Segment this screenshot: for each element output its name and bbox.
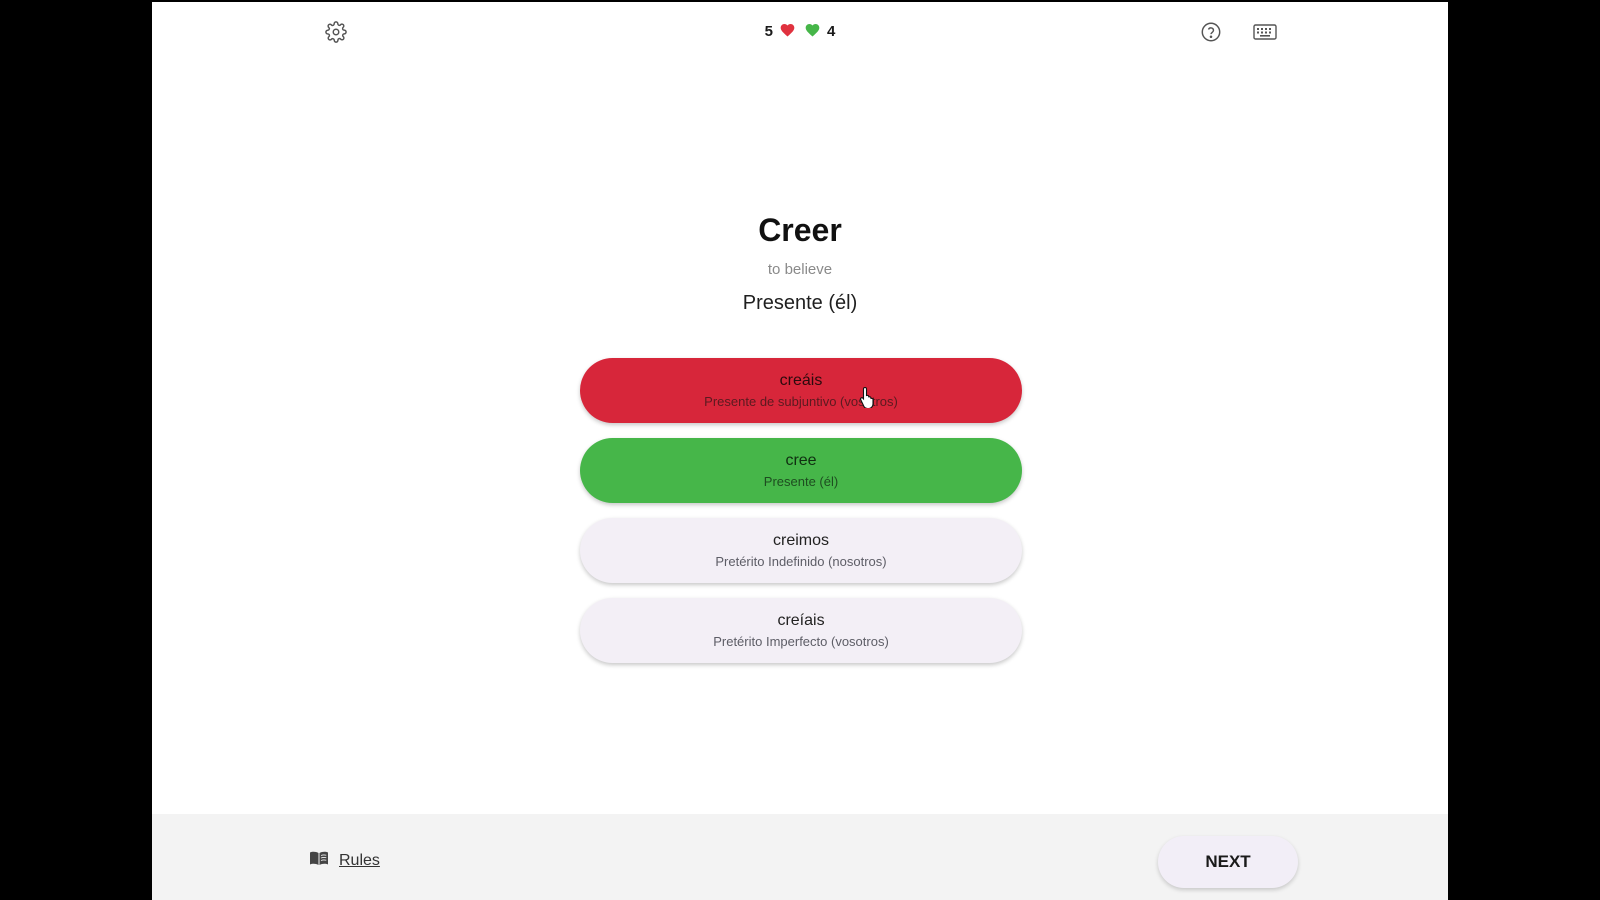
wrong-count: 5 bbox=[764, 23, 773, 40]
answer-option[interactable]: creimos Pretérito Indefinido (nosotros) bbox=[580, 518, 1022, 583]
verb-title: Creer bbox=[758, 212, 842, 248]
book-icon bbox=[309, 850, 329, 871]
option-word: creáis bbox=[779, 371, 823, 389]
bottom-bar: Rules NEXT bbox=[152, 814, 1448, 900]
verb-translation: to believe bbox=[767, 261, 833, 278]
question-circle-icon bbox=[1200, 21, 1222, 43]
option-description: Presente de subjuntivo (vosotros) bbox=[704, 393, 898, 409]
option-word: cree bbox=[785, 451, 817, 469]
help-button[interactable] bbox=[1196, 17, 1226, 47]
answer-option-correct[interactable]: cree Presente (él) bbox=[580, 438, 1022, 503]
answer-option-wrong[interactable]: creáis Presente de subjuntivo (vosotros) bbox=[580, 358, 1022, 423]
rules-link[interactable]: Rules bbox=[309, 850, 380, 871]
option-description: Presente (él) bbox=[763, 473, 839, 489]
correct-count: 4 bbox=[827, 23, 836, 40]
top-bar: 5 4 bbox=[152, 2, 1448, 66]
option-word: creimos bbox=[772, 531, 829, 549]
keyboard-icon bbox=[1253, 23, 1277, 41]
verb-tense-prompt: Presente (él) bbox=[742, 292, 858, 314]
answer-options: creáis Presente de subjuntivo (vosotros)… bbox=[580, 358, 1022, 678]
next-button[interactable]: NEXT bbox=[1158, 836, 1298, 888]
green-heart-icon bbox=[804, 22, 821, 41]
keyboard-button[interactable] bbox=[1250, 17, 1280, 47]
option-description: Pretérito Imperfecto (vosotros) bbox=[713, 633, 889, 649]
app-window: 5 4 Creer to believe Presente (él) creái… bbox=[152, 2, 1448, 900]
option-word: creíais bbox=[777, 611, 825, 629]
rules-label: Rules bbox=[339, 851, 380, 869]
answer-option[interactable]: creíais Pretérito Imperfecto (vosotros) bbox=[580, 598, 1022, 663]
option-description: Pretérito Indefinido (nosotros) bbox=[715, 553, 887, 569]
red-heart-icon bbox=[779, 22, 796, 41]
